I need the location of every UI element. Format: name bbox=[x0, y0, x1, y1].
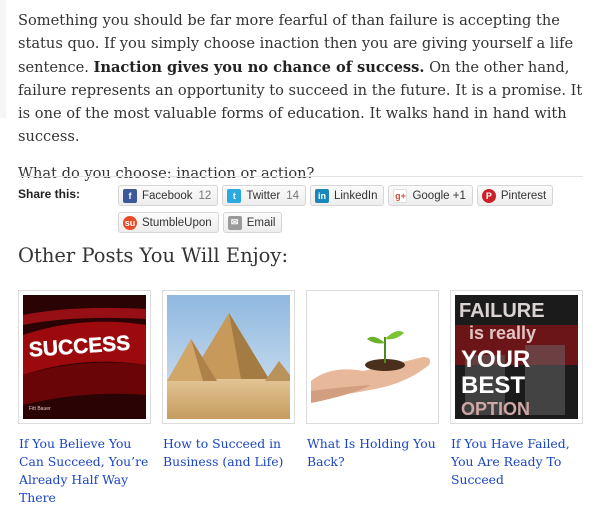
bold-statement: Inaction gives you no chance of success. bbox=[93, 58, 425, 76]
facebook-icon: f bbox=[123, 188, 137, 203]
google-plus-icon: g+ bbox=[393, 188, 408, 203]
twitter-icon: t bbox=[227, 188, 242, 203]
linkedin-label: LinkedIn bbox=[333, 189, 378, 202]
success-image: SUCCESS Fitt Bauer bbox=[23, 295, 146, 419]
post-thumbnail-success[interactable]: SUCCESS Fitt Bauer bbox=[18, 290, 151, 424]
twitter-count: 14 bbox=[286, 189, 299, 202]
post-thumbnail-failure[interactable]: FAILURE is really YOUR BEST OPTION bbox=[450, 290, 583, 424]
twitter-label: Twitter bbox=[246, 189, 281, 202]
share-email-button[interactable]: ✉ Email bbox=[222, 212, 283, 233]
seedling-hand-image bbox=[311, 295, 434, 419]
share-buttons-row-1: f Facebook 12 t Twitter 14 in LinkedIn g… bbox=[118, 185, 554, 206]
article-question: What do you choose: inaction or action? bbox=[18, 164, 315, 182]
option-word: OPTION bbox=[461, 399, 530, 419]
share-label: Share this: bbox=[18, 187, 81, 201]
share-buttons-row-2: su StumbleUpon ✉ Email bbox=[118, 212, 283, 233]
share-stumbleupon-button[interactable]: su StumbleUpon bbox=[118, 212, 219, 233]
article-paragraph: Something you should be far more fearful… bbox=[18, 9, 593, 149]
post-title-link[interactable]: How to Succeed in Business (and Life) bbox=[162, 435, 295, 471]
pyramids-image bbox=[167, 295, 290, 419]
email-icon: ✉ bbox=[227, 215, 242, 230]
related-post: SUCCESS Fitt Bauer If You Believe You Ca… bbox=[18, 290, 151, 507]
post-title-link[interactable]: What Is Holding You Back? bbox=[306, 435, 439, 471]
left-accent-bar bbox=[0, 0, 6, 118]
share-facebook-button[interactable]: f Facebook 12 bbox=[118, 185, 219, 206]
share-pinterest-button[interactable]: P Pinterest bbox=[476, 185, 554, 206]
image-caption: Fitt Bauer bbox=[29, 406, 51, 412]
your-word: YOUR bbox=[461, 346, 530, 373]
divider bbox=[18, 176, 583, 177]
email-label: Email bbox=[246, 216, 276, 229]
post-thumbnail-pyramids[interactable] bbox=[162, 290, 295, 424]
failure-poster-image: FAILURE is really YOUR BEST OPTION bbox=[455, 295, 578, 419]
related-posts-list: SUCCESS Fitt Bauer If You Believe You Ca… bbox=[18, 290, 583, 507]
share-twitter-button[interactable]: t Twitter 14 bbox=[222, 185, 306, 206]
stumbleupon-label: StumbleUpon bbox=[142, 216, 212, 229]
facebook-count: 12 bbox=[198, 189, 212, 202]
related-post: FAILURE is really YOUR BEST OPTION If Yo… bbox=[450, 290, 583, 507]
post-thumbnail-seedling[interactable] bbox=[306, 290, 439, 424]
failure-word: FAILURE bbox=[459, 300, 545, 322]
facebook-label: Facebook bbox=[142, 189, 193, 202]
article-body: Something you should be far more fearful… bbox=[18, 9, 593, 185]
related-posts-heading: Other Posts You Will Enjoy: bbox=[18, 244, 289, 267]
pinterest-label: Pinterest bbox=[500, 189, 547, 202]
linkedin-icon: in bbox=[314, 188, 329, 203]
post-title-link[interactable]: If You Have Failed, You Are Ready To Suc… bbox=[450, 435, 583, 489]
best-word: BEST bbox=[461, 372, 525, 399]
share-linkedin-button[interactable]: in LinkedIn bbox=[309, 185, 385, 206]
post-title-link[interactable]: If You Believe You Can Succeed, You’re A… bbox=[18, 435, 151, 507]
stumbleupon-icon: su bbox=[123, 215, 137, 230]
related-post: What Is Holding You Back? bbox=[306, 290, 439, 507]
is-really-words: is really bbox=[469, 323, 536, 343]
related-post: How to Succeed in Business (and Life) bbox=[162, 290, 295, 507]
share-google-plus-button[interactable]: g+ Google +1 bbox=[388, 185, 473, 206]
pinterest-icon: P bbox=[481, 188, 496, 203]
google-plus-label: Google +1 bbox=[412, 189, 466, 202]
